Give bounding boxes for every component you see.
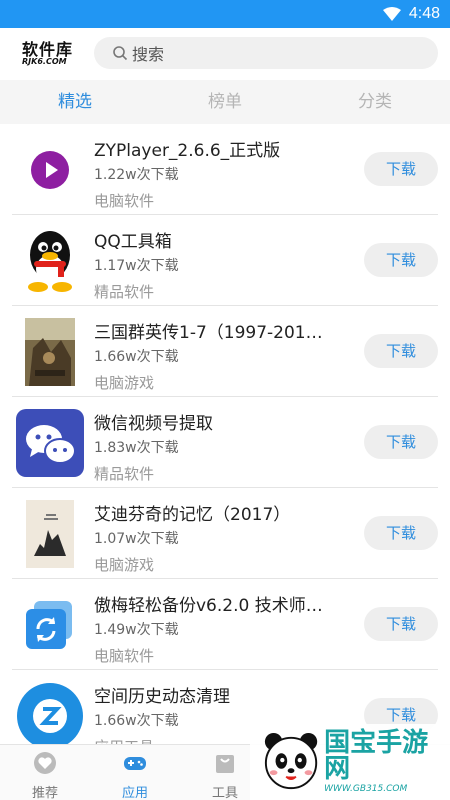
- backup-sync-icon: [16, 591, 84, 659]
- app-row[interactable]: QQ工具箱 1.17w次下载 精品软件 下载: [12, 215, 438, 306]
- download-button[interactable]: 下载: [364, 516, 438, 550]
- watermark-text: 国宝手游网: [324, 728, 429, 784]
- app-downloads: 1.07w次下载: [94, 531, 179, 547]
- app-row[interactable]: 傲梅轻松备份v6.2.0 技术师增... 1.49w次下载 电脑软件 下载: [12, 579, 438, 670]
- app-category: 精品软件: [94, 465, 155, 483]
- download-button[interactable]: 下载: [364, 243, 438, 277]
- watermark-logo: 国宝手游网 WWW.GB315.COM: [250, 724, 450, 800]
- heart-icon: [34, 752, 56, 774]
- chat-bubbles-icon: [16, 409, 84, 477]
- panda-icon: [264, 732, 318, 790]
- app-row[interactable]: 三国群英传1-7（1997-2017） 1.66w次下载 电脑游戏 下载: [12, 306, 438, 397]
- tab-ranking[interactable]: 榜单: [150, 80, 300, 124]
- top-tabs: 精选 榜单 分类: [0, 80, 450, 124]
- app-logo[interactable]: 软件库 RJK6.COM: [22, 42, 78, 66]
- app-title: 艾迪芬奇的记忆（2017）: [94, 505, 291, 525]
- app-category: 精品软件: [94, 283, 155, 301]
- star-circle-icon: [16, 682, 84, 744]
- book-cover-icon: [16, 500, 84, 568]
- download-button[interactable]: 下载: [364, 152, 438, 186]
- app-downloads: 1.49w次下载: [94, 622, 179, 638]
- nav-recommend[interactable]: 推荐: [0, 745, 90, 800]
- app-title: 傲梅轻松备份v6.2.0 技术师增...: [94, 596, 332, 616]
- app-downloads: 1.66w次下载: [94, 349, 179, 365]
- search-input[interactable]: 搜索: [94, 37, 438, 69]
- status-time: 4:48: [408, 5, 440, 22]
- app-downloads: 1.83w次下载: [94, 440, 179, 456]
- status-bar: 4:48: [0, 0, 450, 28]
- app-title: QQ工具箱: [94, 232, 172, 252]
- app-category: 电脑游戏: [94, 556, 155, 574]
- app-title: 微信视频号提取: [94, 414, 213, 434]
- logo-title: 软件库: [22, 40, 74, 59]
- app-title: 空间历史动态清理: [94, 687, 230, 707]
- tab-featured[interactable]: 精选: [0, 80, 150, 124]
- app-row[interactable]: 微信视频号提取 1.83w次下载 精品软件 下载: [12, 397, 438, 488]
- app-category: 电脑软件: [94, 647, 155, 665]
- app-title: ZYPlayer_2.6.6_正式版: [94, 141, 281, 161]
- app-title: 三国群英传1-7（1997-2017）: [94, 323, 332, 343]
- gamepad-icon: [124, 757, 146, 770]
- bag-icon: [216, 755, 234, 773]
- nav-apps[interactable]: 应用: [90, 745, 180, 800]
- app-category: 应用工具: [94, 736, 154, 744]
- watermark-url: WWW.GB315.COM: [324, 784, 408, 794]
- tab-category[interactable]: 分类: [300, 80, 450, 124]
- game-cover-icon: [16, 318, 84, 386]
- app-downloads: 1.17w次下载: [94, 258, 179, 274]
- search-icon: [113, 46, 128, 61]
- download-button[interactable]: 下载: [364, 607, 438, 641]
- app-header: 软件库 RJK6.COM 搜索: [0, 28, 450, 80]
- logo-subtitle: RJK6.COM: [22, 57, 67, 66]
- nav-label: 应用: [121, 786, 148, 800]
- app-row[interactable]: ZYPlayer_2.6.6_正式版 1.22w次下载 电脑软件 下载: [12, 124, 438, 215]
- penguin-icon: [16, 227, 84, 295]
- app-category: 电脑游戏: [94, 374, 155, 392]
- download-button[interactable]: 下载: [364, 334, 438, 368]
- wifi-icon: [382, 7, 401, 21]
- play-icon: [16, 136, 84, 204]
- app-downloads: 1.66w次下载: [94, 713, 179, 729]
- app-category: 电脑软件: [94, 192, 155, 210]
- download-button[interactable]: 下载: [364, 425, 438, 459]
- nav-label: 推荐: [31, 786, 58, 800]
- app-list: ZYPlayer_2.6.6_正式版 1.22w次下载 电脑软件 下载 QQ工具…: [0, 124, 450, 744]
- app-downloads: 1.22w次下载: [94, 167, 179, 183]
- app-row[interactable]: 艾迪芬奇的记忆（2017） 1.07w次下载 电脑游戏 下载: [12, 488, 438, 579]
- search-placeholder: 搜索: [132, 45, 165, 64]
